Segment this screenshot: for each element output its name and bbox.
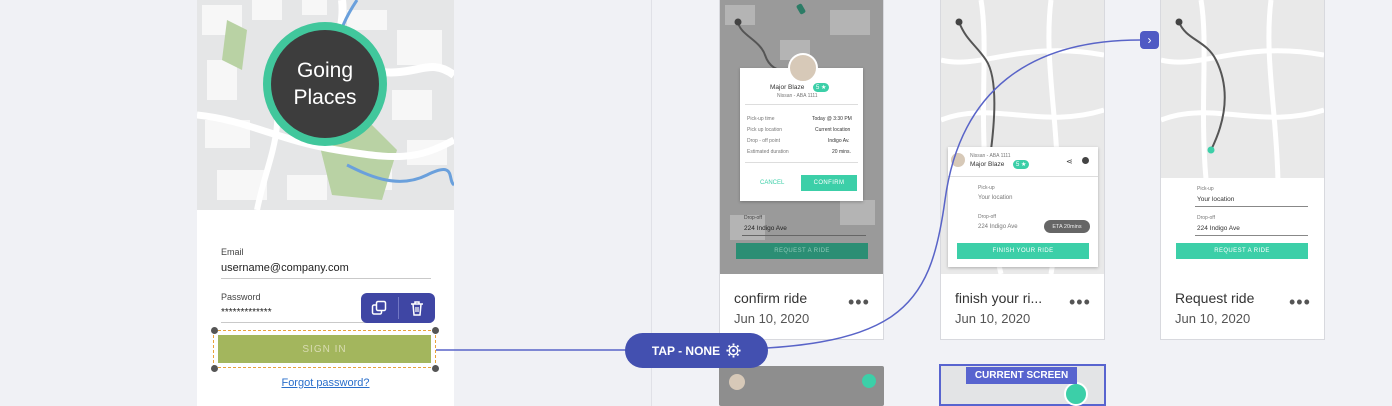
current-screen-label: CURRENT SCREEN	[966, 367, 1077, 384]
interaction-pill[interactable]: TAP - NONE	[625, 333, 768, 368]
connector-arrow-icon[interactable]: ›	[1140, 31, 1159, 49]
interaction-label: TAP - NONE	[651, 343, 721, 358]
gear-icon[interactable]	[726, 343, 741, 358]
